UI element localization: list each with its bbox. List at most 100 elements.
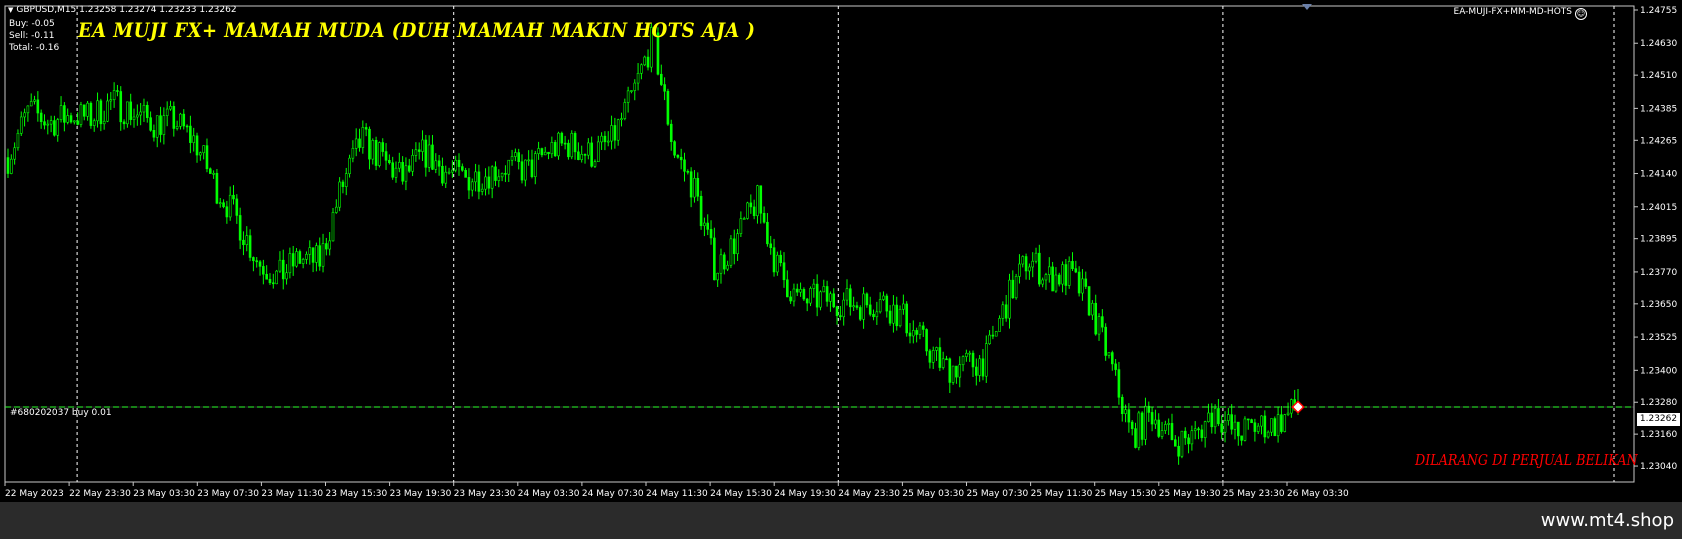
- candle-body: [291, 253, 295, 267]
- candle-body: [792, 288, 796, 302]
- candle-body: [659, 73, 663, 85]
- candle-body: [663, 84, 666, 92]
- y-tick-label: 1.23525: [1640, 333, 1677, 343]
- candle-body: [537, 148, 540, 154]
- candle-body: [500, 173, 504, 178]
- candle-body: [587, 142, 590, 156]
- candle-body: [610, 125, 613, 142]
- collapse-arrow-icon[interactable]: ▼: [8, 6, 13, 14]
- candle-body: [984, 343, 988, 377]
- candle-body: [242, 239, 245, 245]
- candle-body: [341, 181, 345, 187]
- y-tick-label: 1.24385: [1640, 104, 1677, 114]
- candle-body: [815, 283, 819, 308]
- candle-body: [606, 140, 610, 143]
- chart-window[interactable]: 22 May 2023 22 May 23:30 23 May 03:30 23 Ma…: [0, 0, 1682, 502]
- ea-name: EA-MUJI-FX+MM-MD-HOTS ☺: [1454, 7, 1587, 20]
- x-tick-label: 22 May 23:30: [69, 489, 131, 499]
- candle-body: [1270, 418, 1273, 433]
- candle-body: [29, 101, 33, 107]
- y-tick-label: 1.24265: [1640, 136, 1677, 146]
- candle-body: [1230, 414, 1233, 430]
- candle-body: [308, 247, 312, 255]
- candle-body: [749, 202, 753, 208]
- candle-body: [543, 151, 547, 156]
- candle-body: [477, 171, 481, 192]
- candle-body: [1207, 412, 1210, 422]
- candle-body: [364, 127, 368, 130]
- candle-body: [742, 218, 746, 220]
- candle-body: [26, 105, 30, 114]
- candle-body: [570, 133, 574, 158]
- candle-body: [902, 303, 905, 310]
- candlestick-chart[interactable]: 22 May 2023 22 May 23:30 23 May 03:30 23 Ma…: [0, 0, 1682, 502]
- candle-body: [23, 112, 26, 118]
- candle-body: [577, 151, 580, 160]
- candle-body: [265, 273, 268, 280]
- candle-body: [82, 104, 86, 117]
- candle-body: [358, 138, 361, 148]
- candle-body: [819, 291, 822, 308]
- candle-body: [802, 289, 806, 300]
- candle-body: [1074, 268, 1078, 273]
- candle-body: [318, 245, 322, 267]
- candle-body: [159, 115, 162, 135]
- candle-body: [288, 253, 292, 274]
- candle-body: [696, 178, 700, 197]
- candle-body: [563, 142, 567, 145]
- candle-body: [1034, 252, 1038, 262]
- candle-body: [1174, 439, 1177, 447]
- candle-body: [1061, 264, 1064, 285]
- candle-body: [805, 298, 809, 304]
- candle-body: [994, 331, 998, 337]
- candle-body: [1240, 435, 1243, 441]
- candle-body: [573, 133, 577, 153]
- candle-body: [633, 82, 637, 91]
- candle-body: [1253, 422, 1257, 432]
- candle-body: [852, 305, 855, 308]
- candle-body: [109, 99, 113, 102]
- candle-body: [19, 116, 23, 134]
- candle-body: [782, 262, 786, 281]
- candle-body: [69, 115, 73, 123]
- candle-body: [76, 120, 79, 125]
- candle-body: [142, 104, 146, 113]
- candle-body: [464, 170, 467, 178]
- candle-body: [596, 141, 600, 162]
- candle-body: [228, 194, 232, 218]
- candle-body: [1203, 421, 1207, 438]
- candle-body: [686, 171, 690, 173]
- candle-body: [384, 151, 388, 161]
- candle-body: [132, 116, 136, 120]
- candle-body: [1160, 430, 1164, 437]
- candle-body: [703, 222, 706, 227]
- candle-body: [398, 162, 401, 169]
- candle-body: [86, 102, 89, 117]
- candle-body: [258, 261, 262, 267]
- candle-body: [915, 330, 918, 335]
- candle-body: [321, 243, 325, 267]
- candle-body: [238, 215, 242, 241]
- candle-body: [427, 144, 431, 168]
- smiley-icon[interactable]: ☺: [1575, 8, 1587, 20]
- candle-body: [1130, 421, 1134, 429]
- candle-body: [550, 142, 554, 155]
- candle-body: [92, 120, 96, 126]
- candle-body: [175, 126, 179, 129]
- candle-body: [998, 318, 1001, 332]
- candle-body: [732, 238, 736, 255]
- candle-body: [1047, 266, 1051, 275]
- candle-body: [593, 161, 597, 167]
- x-tick-label: 24 May 11:30: [646, 489, 708, 499]
- candle-body: [1276, 414, 1280, 437]
- candle-body: [1134, 428, 1137, 448]
- candle-body: [1263, 415, 1267, 438]
- candle-body: [1021, 256, 1025, 265]
- candle-body: [762, 212, 766, 223]
- candle-body: [958, 364, 962, 378]
- candle-body: [461, 166, 464, 171]
- candle-body: [1220, 423, 1224, 433]
- y-tick-label: 1.23280: [1640, 398, 1677, 408]
- candle-body: [1041, 279, 1044, 285]
- candle-body: [36, 99, 40, 114]
